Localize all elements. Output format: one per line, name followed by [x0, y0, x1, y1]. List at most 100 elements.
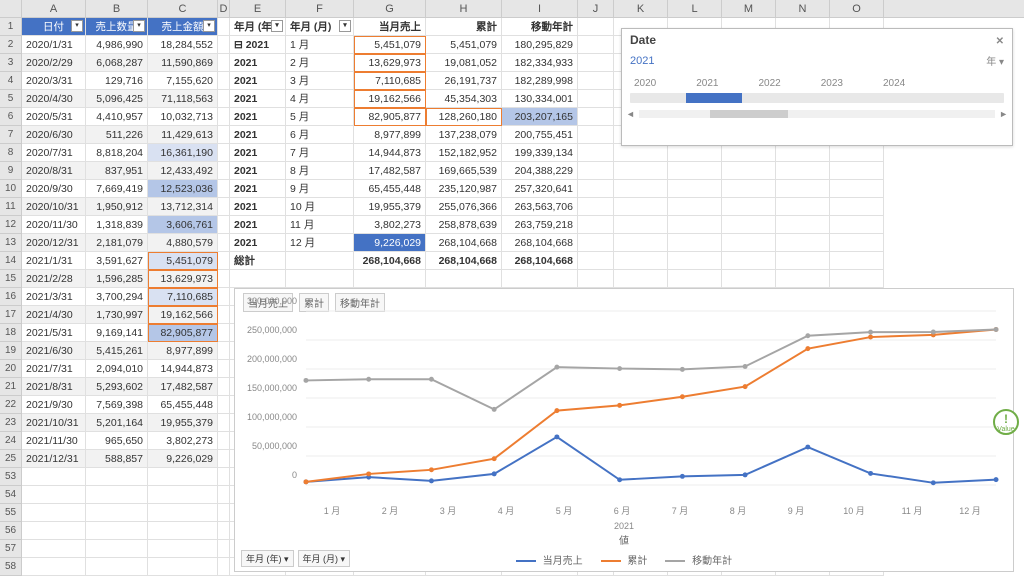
pivot-g[interactable]: 3,802,273	[354, 216, 426, 234]
cell[interactable]	[668, 270, 722, 288]
date-cell[interactable]: 2021/4/30	[22, 306, 86, 324]
cell[interactable]	[218, 198, 230, 216]
amt-cell[interactable]: 11,429,613	[148, 126, 218, 144]
cell[interactable]	[286, 270, 354, 288]
chart-field-button[interactable]: 移動年計	[335, 293, 385, 312]
cell[interactable]	[776, 162, 830, 180]
date-cell[interactable]: 2020/8/31	[22, 162, 86, 180]
cell[interactable]	[22, 504, 86, 522]
cell[interactable]	[218, 468, 230, 486]
cell[interactable]	[218, 288, 230, 306]
cell[interactable]	[722, 144, 776, 162]
cell[interactable]	[830, 144, 884, 162]
cell[interactable]	[614, 144, 668, 162]
pivot-year[interactable]: 2021	[230, 72, 286, 90]
cell[interactable]	[148, 468, 218, 486]
date-cell[interactable]: 2021/8/31	[22, 378, 86, 396]
cell[interactable]	[502, 270, 578, 288]
cell[interactable]	[148, 504, 218, 522]
pivot-header-F[interactable]: 年月 (月)▾	[286, 18, 354, 36]
qty-cell[interactable]: 4,410,957	[86, 108, 148, 126]
slicer-clear-icon[interactable]: ✕	[996, 36, 1004, 47]
qty-cell[interactable]: 5,415,261	[86, 342, 148, 360]
cell[interactable]	[578, 90, 614, 108]
cell[interactable]	[218, 522, 230, 540]
row-header-16[interactable]: 16	[0, 288, 22, 306]
row-header-8[interactable]: 8	[0, 144, 22, 162]
qty-cell[interactable]: 965,650	[86, 432, 148, 450]
row-header-3[interactable]: 3	[0, 54, 22, 72]
pivot-i[interactable]: 200,755,451	[502, 126, 578, 144]
cell[interactable]	[218, 306, 230, 324]
pivot-h[interactable]: 128,260,180	[426, 108, 502, 126]
pivot-chart[interactable]: 当月売上累計移動年計 050,000,000100,000,000150,000…	[234, 288, 1014, 572]
cell[interactable]	[22, 486, 86, 504]
pivot-month[interactable]: 2 月	[286, 54, 354, 72]
row-header-53[interactable]: 53	[0, 468, 22, 486]
slicer-scrollbar[interactable]: ◄ ►	[622, 105, 1012, 123]
row-header-24[interactable]: 24	[0, 432, 22, 450]
col-header-C[interactable]: C	[148, 0, 218, 17]
date-cell[interactable]: 2021/1/31	[22, 252, 86, 270]
pivot-h[interactable]: 258,878,639	[426, 216, 502, 234]
cell[interactable]	[614, 252, 668, 270]
amt-cell[interactable]: 3,606,761	[148, 216, 218, 234]
cell[interactable]	[614, 234, 668, 252]
cell[interactable]	[22, 540, 86, 558]
cell[interactable]	[218, 252, 230, 270]
row-header-56[interactable]: 56	[0, 522, 22, 540]
pivot-month[interactable]: 8 月	[286, 162, 354, 180]
cell[interactable]	[86, 468, 148, 486]
cell[interactable]	[218, 72, 230, 90]
pivot-i[interactable]: 180,295,829	[502, 36, 578, 54]
cell[interactable]	[830, 270, 884, 288]
cell[interactable]	[218, 36, 230, 54]
pivot-axis-button[interactable]: 年月 (月) ▾	[298, 550, 351, 567]
pivot-year[interactable]: 2021	[230, 126, 286, 144]
amt-cell[interactable]: 12,523,036	[148, 180, 218, 198]
cell[interactable]	[218, 432, 230, 450]
cell[interactable]	[22, 468, 86, 486]
cell[interactable]	[218, 90, 230, 108]
col-header-H[interactable]: H	[426, 0, 502, 17]
qty-cell[interactable]: 5,201,164	[86, 414, 148, 432]
date-cell[interactable]: 2021/2/28	[22, 270, 86, 288]
row-header-13[interactable]: 13	[0, 234, 22, 252]
amt-cell[interactable]: 19,162,566	[148, 306, 218, 324]
pivot-month[interactable]: 7 月	[286, 144, 354, 162]
date-cell[interactable]: 2021/11/30	[22, 432, 86, 450]
cell[interactable]	[218, 144, 230, 162]
pivot-header-G[interactable]: 当月売上	[354, 18, 426, 36]
cell[interactable]	[218, 126, 230, 144]
cell[interactable]	[776, 252, 830, 270]
cell[interactable]	[286, 252, 354, 270]
amt-cell[interactable]: 19,955,379	[148, 414, 218, 432]
pivot-year[interactable]: 2021	[230, 108, 286, 126]
pivot-g[interactable]: 17,482,587	[354, 162, 426, 180]
cell[interactable]	[776, 234, 830, 252]
date-cell[interactable]: 2020/5/31	[22, 108, 86, 126]
cell[interactable]	[578, 36, 614, 54]
cell[interactable]	[830, 162, 884, 180]
cell[interactable]	[218, 558, 230, 576]
timeline-slicer[interactable]: Date ✕ 2021 年 ▾ 20202021202220232024 ◄ ►	[621, 28, 1013, 146]
pivot-i[interactable]: 182,334,933	[502, 54, 578, 72]
pivot-i[interactable]: 268,104,668	[502, 234, 578, 252]
qty-cell[interactable]: 6,068,287	[86, 54, 148, 72]
cell[interactable]	[614, 162, 668, 180]
row-header-17[interactable]: 17	[0, 306, 22, 324]
qty-cell[interactable]: 7,669,419	[86, 180, 148, 198]
cell[interactable]	[722, 252, 776, 270]
date-cell[interactable]: 2020/10/31	[22, 198, 86, 216]
cell[interactable]	[722, 180, 776, 198]
pivot-month[interactable]: 3 月	[286, 72, 354, 90]
pivot-h[interactable]: 169,665,539	[426, 162, 502, 180]
cell[interactable]	[230, 270, 286, 288]
amt-cell[interactable]: 71,118,563	[148, 90, 218, 108]
cell[interactable]	[218, 396, 230, 414]
amt-cell[interactable]: 13,712,314	[148, 198, 218, 216]
pivot-year[interactable]: ⊟ 2021	[230, 36, 286, 54]
cell[interactable]	[668, 252, 722, 270]
pivot-h[interactable]: 5,451,079	[426, 36, 502, 54]
amt-cell[interactable]: 12,433,492	[148, 162, 218, 180]
